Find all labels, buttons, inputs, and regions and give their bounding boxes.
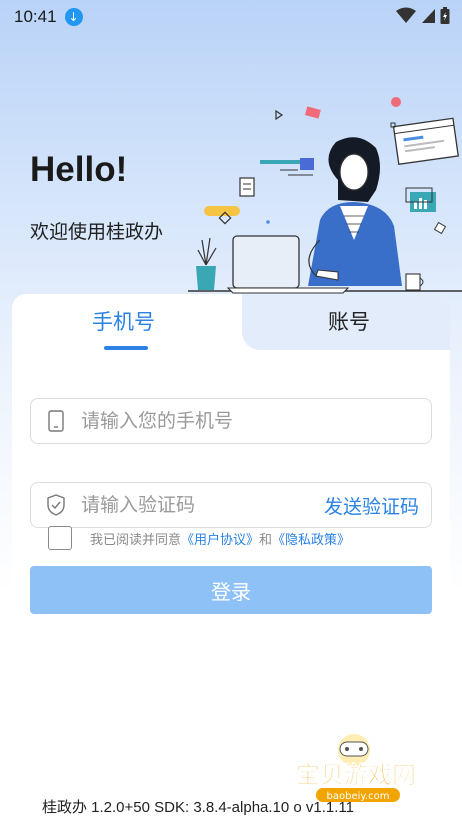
privacy-policy-link[interactable]: 《隐私政策》 xyxy=(272,533,350,548)
status-bar: 10:41 ↓ xyxy=(0,0,462,34)
wifi-icon xyxy=(396,7,416,23)
status-icons xyxy=(396,7,450,25)
battery-icon xyxy=(440,7,450,24)
shield-check-icon xyxy=(31,494,81,516)
agreement-prefix: 我已阅读并同意 xyxy=(90,532,182,548)
user-agreement-link[interactable]: 《用户协议》 xyxy=(181,533,259,548)
active-tab-indicator xyxy=(104,346,148,350)
agreement-checkbox[interactable] xyxy=(48,526,72,550)
version-text: 桂政办 1.2.0+50 SDK: 3.8.4-alpha.10 o v1.1.… xyxy=(42,799,354,816)
tab-account[interactable]: 账号 xyxy=(328,306,370,336)
watermark-title: 宝贝游戏网 xyxy=(296,761,416,789)
verification-code-field[interactable]: 发送验证码 xyxy=(30,482,432,528)
welcome-text: 欢迎使用桂政办 xyxy=(30,221,164,243)
mobile-phone-icon xyxy=(31,410,81,432)
agreement-and: 和 xyxy=(259,532,273,548)
send-code-button[interactable]: 发送验证码 xyxy=(324,492,419,519)
download-icon: ↓ xyxy=(64,8,83,26)
woman-at-laptop-illustration xyxy=(188,97,462,294)
agreement-row: 我已阅读并同意《用户协议》和《隐私政策》 xyxy=(48,526,350,550)
phone-input[interactable] xyxy=(81,410,431,432)
status-time: 10:41 xyxy=(14,7,57,26)
login-button[interactable]: 登录 xyxy=(30,566,432,614)
phone-field[interactable] xyxy=(30,398,432,444)
greeting-title: Hello! xyxy=(30,150,128,189)
tab-phone[interactable]: 手机号 xyxy=(92,306,155,336)
signal-icon xyxy=(422,9,435,23)
agreement-text: 我已阅读并同意《用户协议》和《隐私政策》 xyxy=(90,529,350,548)
